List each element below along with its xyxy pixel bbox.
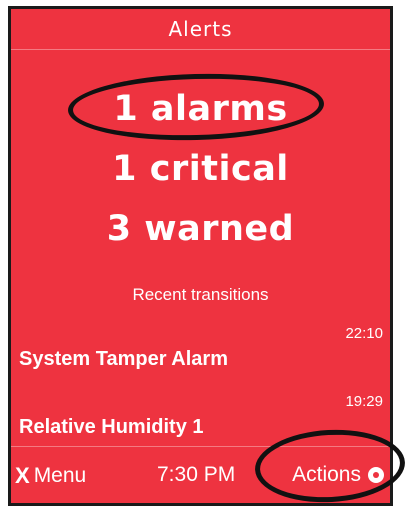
recent-transitions-heading: Recent transitions xyxy=(132,285,269,304)
transition-item[interactable]: System Tamper Alarm 22:10 xyxy=(19,325,383,375)
header-bar: Alerts xyxy=(11,9,390,50)
transition-time: 19:29 xyxy=(345,393,383,410)
warned-count[interactable]: 3 warned xyxy=(11,209,390,249)
critical-count[interactable]: 1 critical xyxy=(11,149,390,189)
transition-time: 22:10 xyxy=(345,325,383,342)
header-title: Alerts xyxy=(168,17,233,41)
transition-name: System Tamper Alarm xyxy=(19,348,228,370)
menu-label: Menu xyxy=(33,464,87,487)
transition-name: Relative Humidity 1 xyxy=(19,416,204,438)
close-icon: X xyxy=(15,463,30,488)
clock-time: 7:30 PM xyxy=(157,463,236,486)
menu-button[interactable]: X Menu xyxy=(15,463,86,489)
